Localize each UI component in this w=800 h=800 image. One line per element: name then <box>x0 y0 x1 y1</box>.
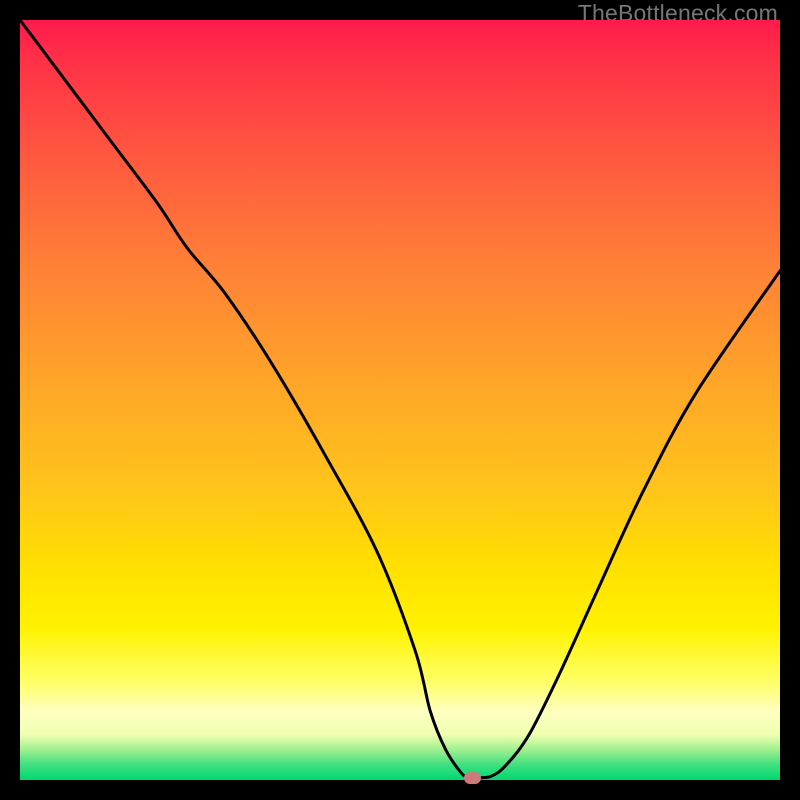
optimal-marker <box>464 772 481 784</box>
plot-area <box>20 20 780 780</box>
curve-svg <box>20 20 780 780</box>
bottleneck-curve <box>20 20 780 778</box>
chart-frame: TheBottleneck.com <box>0 0 800 800</box>
